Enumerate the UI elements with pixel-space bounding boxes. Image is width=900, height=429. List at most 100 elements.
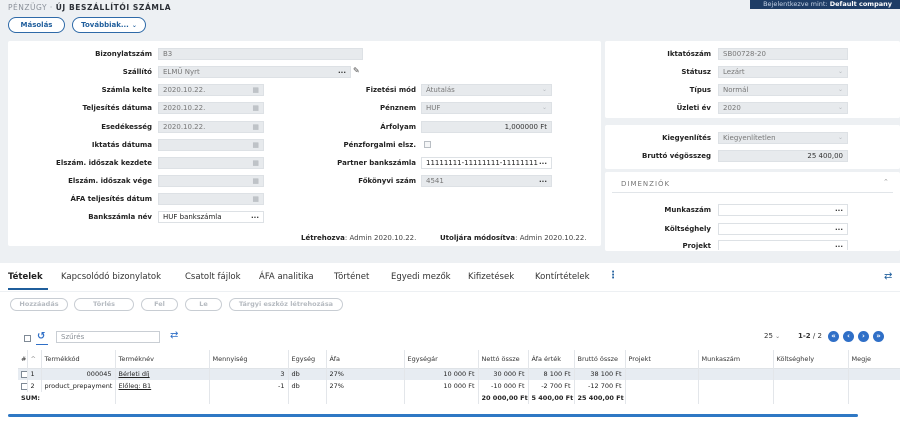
- header-brutto[interactable]: Bruttó össze: [574, 350, 626, 368]
- lookup-dots-icon[interactable]: ...: [539, 158, 547, 167]
- calendar-icon[interactable]: ▦: [252, 103, 259, 113]
- label-kiegyenlites: Kiegyenlítés: [662, 134, 711, 142]
- brutto-field[interactable]: 25 400,00: [718, 150, 848, 162]
- page-size-select[interactable]: 25 ⌄: [764, 332, 780, 340]
- row-checkbox[interactable]: [21, 370, 26, 378]
- more-vertical-icon[interactable]: ⋮: [608, 270, 618, 281]
- more-button[interactable]: Továbbiak... ⌄: [72, 17, 146, 33]
- refresh-icon[interactable]: ↺: [37, 331, 45, 342]
- first-page-button[interactable]: «: [828, 331, 839, 342]
- table-row[interactable]: 1 000045 Bérleti díj 3 db 27% 10 000 Ft …: [18, 368, 900, 380]
- header-projekt[interactable]: Projekt: [625, 350, 699, 368]
- calendar-icon[interactable]: ▦: [252, 176, 259, 186]
- partner-bank-field[interactable]: 11111111-11111111-11111111...: [421, 157, 552, 169]
- fizetesi-mod-select[interactable]: Átutalás ⌄: [421, 84, 552, 96]
- prev-page-button[interactable]: ‹: [843, 331, 854, 342]
- cell-mennyiseg: -1: [209, 380, 289, 392]
- down-button[interactable]: Le: [185, 298, 222, 311]
- uzleti-ev-select[interactable]: 2020 ⌄: [718, 102, 848, 114]
- label-penznem: Pénznem: [380, 104, 416, 112]
- header-netto[interactable]: Nettó össze: [478, 350, 529, 368]
- arfolyam-field[interactable]: 1,000000 Ft: [421, 121, 552, 133]
- lookup-dots-icon[interactable]: ...: [835, 241, 843, 250]
- table-row[interactable]: 2 product_prepayment Előleg: B1 -1 db 27…: [18, 380, 900, 392]
- lookup-dots-icon[interactable]: ...: [338, 67, 346, 76]
- tab-afa-analitika[interactable]: ÁFA analitika: [259, 272, 314, 282]
- header-koltseghely[interactable]: Költséghely: [773, 350, 849, 368]
- tab-bar: Tételek Kapcsolódó bizonylatok Csatolt f…: [0, 263, 900, 291]
- header-egysegar[interactable]: Egységár: [404, 350, 479, 368]
- bizonylatszam-field[interactable]: B3: [158, 48, 363, 60]
- edit-icon[interactable]: ✎: [353, 66, 360, 75]
- header-termeknev[interactable]: Terméknév: [115, 350, 210, 368]
- product-link[interactable]: Előleg: B1: [119, 382, 152, 390]
- penznem-select[interactable]: HUF ⌄: [421, 102, 552, 114]
- penzforgalmi-checkbox[interactable]: [424, 141, 431, 148]
- header-afa-ertek[interactable]: Áfa érték: [528, 350, 575, 368]
- tab-kontirtetelek[interactable]: Kontírtételek: [535, 272, 590, 282]
- add-button[interactable]: Hozzáadás: [10, 298, 68, 311]
- elsz-kezdete-field[interactable]: ▦: [158, 157, 264, 169]
- product-link[interactable]: Bérleti díj: [119, 370, 150, 378]
- tab-csatolt[interactable]: Csatolt fájlok: [185, 272, 241, 282]
- last-page-button[interactable]: »: [873, 331, 884, 342]
- calendar-icon[interactable]: ▦: [252, 122, 259, 132]
- header-munkaszam[interactable]: Munkaszám: [698, 350, 774, 368]
- swap-icon[interactable]: ⇄: [170, 330, 178, 341]
- sort-up-icon[interactable]: ^: [27, 350, 42, 368]
- delete-button[interactable]: Törlés: [74, 298, 134, 311]
- bankszamla-nev-field[interactable]: HUF bankszámla...: [158, 211, 264, 223]
- row-checkbox-cell[interactable]: [18, 368, 28, 380]
- calendar-icon[interactable]: ▦: [252, 140, 259, 150]
- calendar-icon[interactable]: ▦: [252, 158, 259, 168]
- szallito-field[interactable]: ELMŰ Nyrt...: [158, 66, 351, 78]
- iktatas-field[interactable]: ▦: [158, 139, 264, 151]
- tab-egyedi-mezok[interactable]: Egyedi mezők: [391, 272, 451, 282]
- lookup-dots-icon[interactable]: ...: [835, 224, 843, 233]
- tab-tetelek[interactable]: Tételek: [8, 272, 43, 282]
- header-egyseg[interactable]: Egység: [288, 350, 327, 368]
- fokonyvi-field[interactable]: 4541...: [421, 175, 552, 187]
- login-company[interactable]: Default company: [830, 0, 892, 8]
- row-checkbox-cell[interactable]: [18, 380, 28, 392]
- kiegyenlites-select[interactable]: Kiegyenlítetlen ⌄: [718, 132, 848, 144]
- lookup-dots-icon[interactable]: ...: [251, 212, 259, 221]
- next-page-button[interactable]: ›: [858, 331, 869, 342]
- create-asset-button[interactable]: Tárgyi eszköz létrehozása: [229, 298, 343, 311]
- statusz-select[interactable]: Lezárt ⌄: [718, 66, 848, 78]
- breadcrumb-section[interactable]: PÉNZÜGY: [8, 3, 47, 12]
- teljesites-field[interactable]: 2020.10.22. ▦: [158, 102, 264, 114]
- copy-button[interactable]: Másolás: [8, 17, 65, 33]
- lookup-dots-icon[interactable]: ...: [539, 176, 547, 185]
- calendar-icon[interactable]: ▦: [252, 85, 259, 95]
- projekt-field[interactable]: ...: [718, 240, 848, 250]
- calendar-icon[interactable]: ▦: [252, 194, 259, 204]
- select-all-checkbox[interactable]: [24, 335, 31, 342]
- header-megjegyzes[interactable]: Megje: [848, 350, 900, 368]
- esedekesseg-field[interactable]: 2020.10.22. ▦: [158, 121, 264, 133]
- swap-icon[interactable]: ⇄: [884, 271, 892, 282]
- cell-termeknev[interactable]: Bérleti díj: [115, 368, 210, 380]
- filter-input[interactable]: Szűrés: [56, 331, 160, 343]
- munkaszam-field[interactable]: ...: [718, 204, 848, 216]
- iktatoszam-field[interactable]: SB00728-20: [718, 48, 848, 60]
- horizontal-scrollbar[interactable]: [8, 414, 858, 417]
- tab-kapcsolodo[interactable]: Kapcsolódó bizonylatok: [61, 272, 161, 282]
- cell-termekkod: product_prepayment: [41, 380, 116, 392]
- afa-telj-field[interactable]: ▦: [158, 193, 264, 205]
- header-afa[interactable]: Áfa: [326, 350, 405, 368]
- up-button[interactable]: Fel: [141, 298, 178, 311]
- header-mennyiseg[interactable]: Mennyiség: [209, 350, 289, 368]
- row-checkbox[interactable]: [21, 382, 26, 390]
- tab-tortenet[interactable]: Történet: [334, 272, 369, 282]
- koltseghely-field[interactable]: ...: [718, 223, 848, 235]
- tab-kifizetesek[interactable]: Kifizetések: [468, 272, 514, 282]
- tipus-select[interactable]: Normál ⌄: [718, 84, 848, 96]
- modified-label: Utoljára módosítva: [440, 234, 516, 242]
- cell-termeknev[interactable]: Előleg: B1: [115, 380, 210, 392]
- elsz-vege-field[interactable]: ▦: [158, 175, 264, 187]
- chevron-up-icon[interactable]: ⌃: [883, 178, 889, 186]
- lookup-dots-icon[interactable]: ...: [835, 205, 843, 214]
- header-termekkod[interactable]: Termékkód: [41, 350, 116, 368]
- szamla-kelte-field[interactable]: 2020.10.22. ▦: [158, 84, 264, 96]
